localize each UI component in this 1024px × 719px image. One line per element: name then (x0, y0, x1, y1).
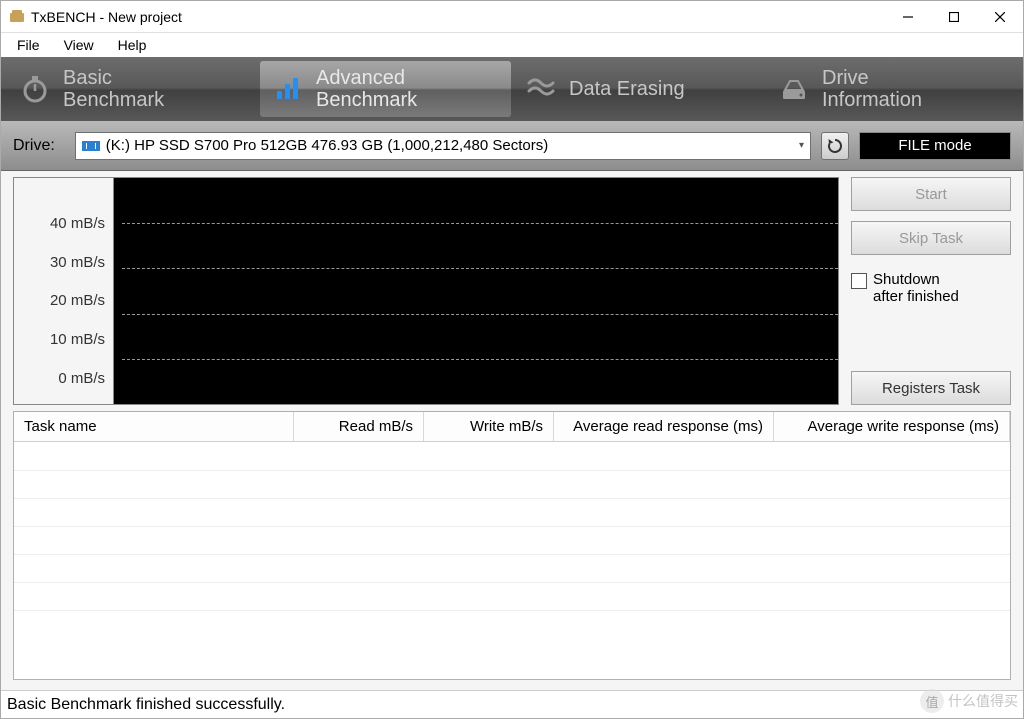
menu-file[interactable]: File (5, 35, 52, 55)
ytick: 30 mB/s (50, 254, 105, 271)
ytick: 10 mB/s (50, 331, 105, 348)
skip-task-button[interactable]: Skip Task (851, 221, 1011, 255)
tab-label: Drive Information (822, 67, 922, 111)
app-icon (9, 9, 25, 25)
disk-icon (82, 139, 100, 153)
minimize-button[interactable] (885, 1, 931, 33)
col-write[interactable]: Write mB/s (424, 412, 554, 441)
watermark: 值 什么值得买 (920, 689, 1018, 713)
ytick: 20 mB/s (50, 292, 105, 309)
start-button[interactable]: Start (851, 177, 1011, 211)
watermark-icon: 值 (920, 689, 944, 713)
tab-data-erasing[interactable]: Data Erasing (513, 61, 764, 117)
status-text: Basic Benchmark finished successfully. (7, 696, 285, 714)
tab-label: Data Erasing (569, 78, 685, 100)
tab-label: Basic Benchmark (63, 67, 164, 111)
col-read[interactable]: Read mB/s (294, 412, 424, 441)
gridline (122, 223, 838, 224)
shutdown-checkbox-row[interactable]: Shutdown after finished (851, 271, 1011, 305)
shutdown-checkbox[interactable] (851, 273, 867, 289)
tabbar: Basic Benchmark Advanced Benchmark Data … (1, 57, 1023, 121)
drive-label: Drive: (13, 137, 55, 155)
refresh-button[interactable] (821, 132, 849, 160)
chart-plot-area (114, 178, 838, 404)
menu-view[interactable]: View (52, 35, 106, 55)
col-avg-read-resp[interactable]: Average read response (ms) (554, 412, 774, 441)
drive-select-value: (K:) HP SSD S700 Pro 512GB 476.93 GB (1,… (106, 137, 799, 154)
col-task-name[interactable]: Task name (14, 412, 294, 441)
tab-drive-information[interactable]: Drive Information (766, 61, 1017, 117)
stopwatch-icon (21, 75, 49, 103)
side-panel: Start Skip Task Shutdown after finished … (851, 177, 1011, 405)
table-header: Task name Read mB/s Write mB/s Average r… (14, 412, 1010, 442)
wave-icon (527, 75, 555, 103)
maximize-button[interactable] (931, 1, 977, 33)
tab-advanced-benchmark[interactable]: Advanced Benchmark (260, 61, 511, 117)
task-table: Task name Read mB/s Write mB/s Average r… (13, 411, 1011, 680)
file-mode-button[interactable]: FILE mode (859, 132, 1011, 160)
tab-label: Advanced Benchmark (316, 67, 417, 111)
watermark-text: 什么值得买 (948, 691, 1018, 711)
main: 40 mB/s 30 mB/s 20 mB/s 10 mB/s 0 mB/s S… (1, 171, 1023, 690)
menu-help[interactable]: Help (106, 35, 159, 55)
registers-task-button[interactable]: Registers Task (851, 371, 1011, 405)
close-button[interactable] (977, 1, 1023, 33)
drive-select[interactable]: (K:) HP SSD S700 Pro 512GB 476.93 GB (1,… (75, 132, 811, 160)
chart: 40 mB/s 30 mB/s 20 mB/s 10 mB/s 0 mB/s (13, 177, 839, 405)
gridline (122, 359, 838, 360)
col-avg-write-resp[interactable]: Average write response (ms) (774, 412, 1010, 441)
menubar: File View Help (1, 33, 1023, 57)
tab-basic-benchmark[interactable]: Basic Benchmark (7, 61, 258, 117)
statusbar: Basic Benchmark finished successfully. (1, 690, 1023, 718)
table-body (14, 442, 1010, 679)
gridline (122, 268, 838, 269)
titlebar: TxBENCH - New project (1, 1, 1023, 33)
window-title: TxBENCH - New project (31, 9, 885, 25)
bar-chart-icon (274, 75, 302, 103)
gridline (122, 314, 838, 315)
toolbar: Drive: (K:) HP SSD S700 Pro 512GB 476.93… (1, 121, 1023, 171)
chart-y-axis: 40 mB/s 30 mB/s 20 mB/s 10 mB/s 0 mB/s (14, 178, 114, 404)
shutdown-label: Shutdown after finished (873, 271, 959, 305)
drive-icon (780, 75, 808, 103)
ytick: 0 mB/s (58, 370, 105, 387)
chevron-down-icon: ▾ (799, 140, 804, 151)
ytick: 40 mB/s (50, 215, 105, 232)
